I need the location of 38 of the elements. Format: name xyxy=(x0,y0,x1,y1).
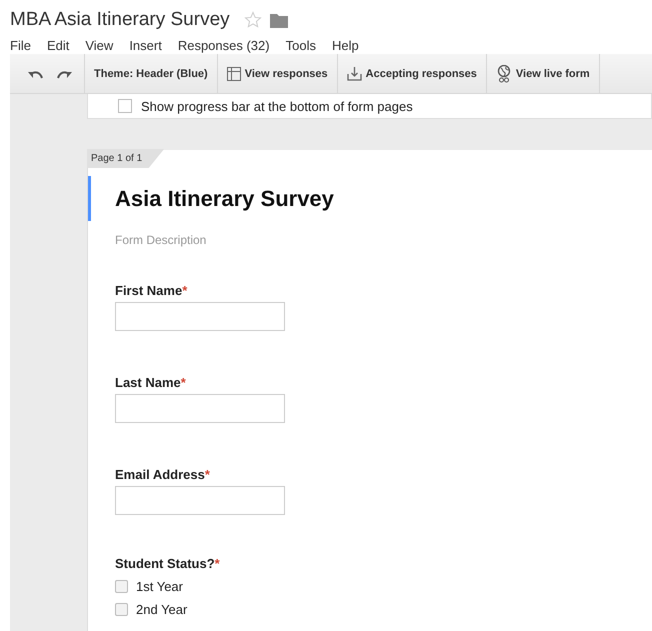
folder-icon[interactable] xyxy=(270,12,288,28)
question-label: First Name xyxy=(115,283,182,298)
star-icon[interactable] xyxy=(244,11,262,29)
checkbox-label: Show progress bar at the bottom of form pages xyxy=(141,98,413,114)
checkbox[interactable] xyxy=(118,99,132,113)
redo-icon[interactable] xyxy=(56,68,72,78)
table-icon xyxy=(226,66,241,80)
required-mark: * xyxy=(182,283,188,298)
question-label: Student Status? xyxy=(115,556,215,571)
checkbox[interactable] xyxy=(115,580,128,593)
input-field[interactable] xyxy=(115,486,285,515)
required-mark: * xyxy=(214,556,220,571)
menu-item[interactable]: Help xyxy=(332,38,359,53)
menu-item[interactable]: Insert xyxy=(129,38,162,53)
required-mark: * xyxy=(180,375,186,390)
question-label: Email Address xyxy=(115,467,205,482)
input-field[interactable] xyxy=(115,394,285,423)
option-label: 1st Year xyxy=(136,579,183,594)
toolbar-button[interactable]: View responses xyxy=(218,54,338,93)
menu-item[interactable]: View xyxy=(85,38,114,53)
undo-icon[interactable] xyxy=(28,68,44,78)
checkbox[interactable] xyxy=(115,603,128,616)
menu-item[interactable]: Edit xyxy=(46,38,70,53)
document-title: MBA Asia Itinerary Survey xyxy=(10,9,230,31)
question-label: Last Name xyxy=(115,375,181,390)
accent-bar xyxy=(88,176,91,221)
required-mark: * xyxy=(204,467,210,482)
toolbar-button[interactable]: Theme: Header (Blue) xyxy=(85,54,218,93)
option-label: 2nd Year xyxy=(136,602,188,617)
toolbar-button[interactable]: Accepting responses xyxy=(338,54,487,93)
globe-icon xyxy=(496,64,512,82)
menu-item[interactable]: File xyxy=(10,38,31,53)
form-title[interactable]: Asia Itinerary Survey xyxy=(115,186,334,212)
toolbar-button[interactable]: View live form xyxy=(486,54,600,93)
menu-item[interactable]: Responses (32) xyxy=(178,38,270,53)
download-icon xyxy=(346,66,362,80)
input-field[interactable] xyxy=(115,302,285,331)
menu-item[interactable]: Tools xyxy=(286,38,316,53)
